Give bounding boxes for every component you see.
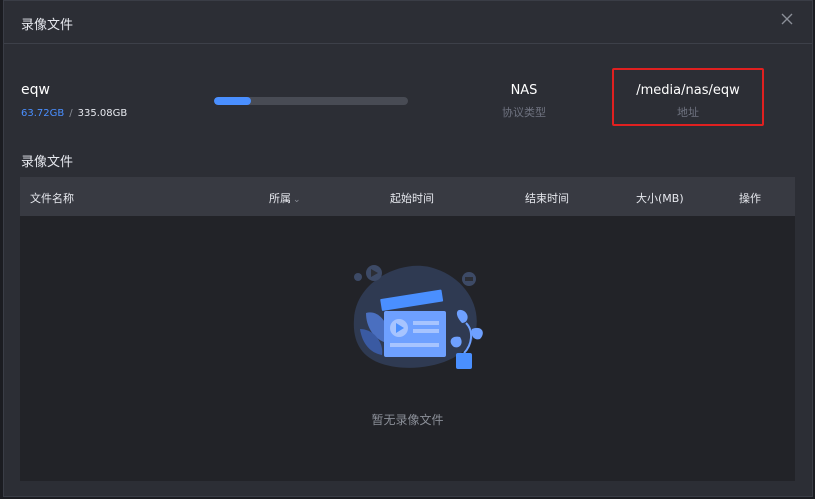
column-owner-label: 所属 bbox=[269, 192, 291, 205]
storage-progress-bar bbox=[214, 97, 408, 105]
column-actions: 操作 bbox=[739, 192, 761, 205]
column-owner[interactable]: 所属 ⌄ bbox=[269, 190, 301, 206]
section-title: 录像文件 bbox=[21, 155, 74, 170]
empty-state-text: 暂无录像文件 bbox=[371, 413, 444, 427]
table-header: 文件名称 所属 ⌄ 起始时间 结束时间 大小(MB) 操作 bbox=[20, 177, 795, 216]
address-value: /media/nas/eqw bbox=[636, 83, 740, 98]
column-start-time: 起始时间 bbox=[390, 192, 434, 205]
empty-video-illustration-icon bbox=[336, 249, 486, 379]
storage-used: 63.72GB bbox=[21, 108, 65, 119]
column-file-name: 文件名称 bbox=[30, 192, 74, 205]
dialog-header: 录像文件 bbox=[4, 1, 812, 44]
close-icon[interactable] bbox=[780, 12, 794, 26]
dialog-title: 录像文件 bbox=[21, 18, 74, 33]
recording-files-table: 文件名称 所属 ⌄ 起始时间 结束时间 大小(MB) 操作 暂无录像文件 bbox=[20, 177, 795, 481]
protocol-info: NAS 协议类型 bbox=[464, 83, 584, 120]
column-size: 大小(MB) bbox=[636, 192, 684, 205]
storage-size: 63.72GB / 335.08GB bbox=[21, 108, 127, 119]
chevron-down-icon[interactable]: ⌄ bbox=[293, 195, 301, 205]
storage-name: eqw bbox=[21, 82, 50, 98]
protocol-label: 协议类型 bbox=[502, 106, 546, 119]
storage-total: 335.08GB bbox=[77, 108, 128, 119]
column-end-time: 结束时间 bbox=[525, 192, 569, 205]
address-info: /media/nas/eqw 地址 bbox=[612, 68, 764, 126]
address-label: 地址 bbox=[677, 106, 699, 119]
protocol-value: NAS bbox=[510, 83, 538, 98]
storage-separator: / bbox=[69, 108, 73, 119]
storage-progress-fill bbox=[214, 97, 251, 105]
recording-files-dialog: 录像文件 eqw 63.72GB / 335.08GB NAS 协议类型 /medi… bbox=[3, 0, 813, 497]
